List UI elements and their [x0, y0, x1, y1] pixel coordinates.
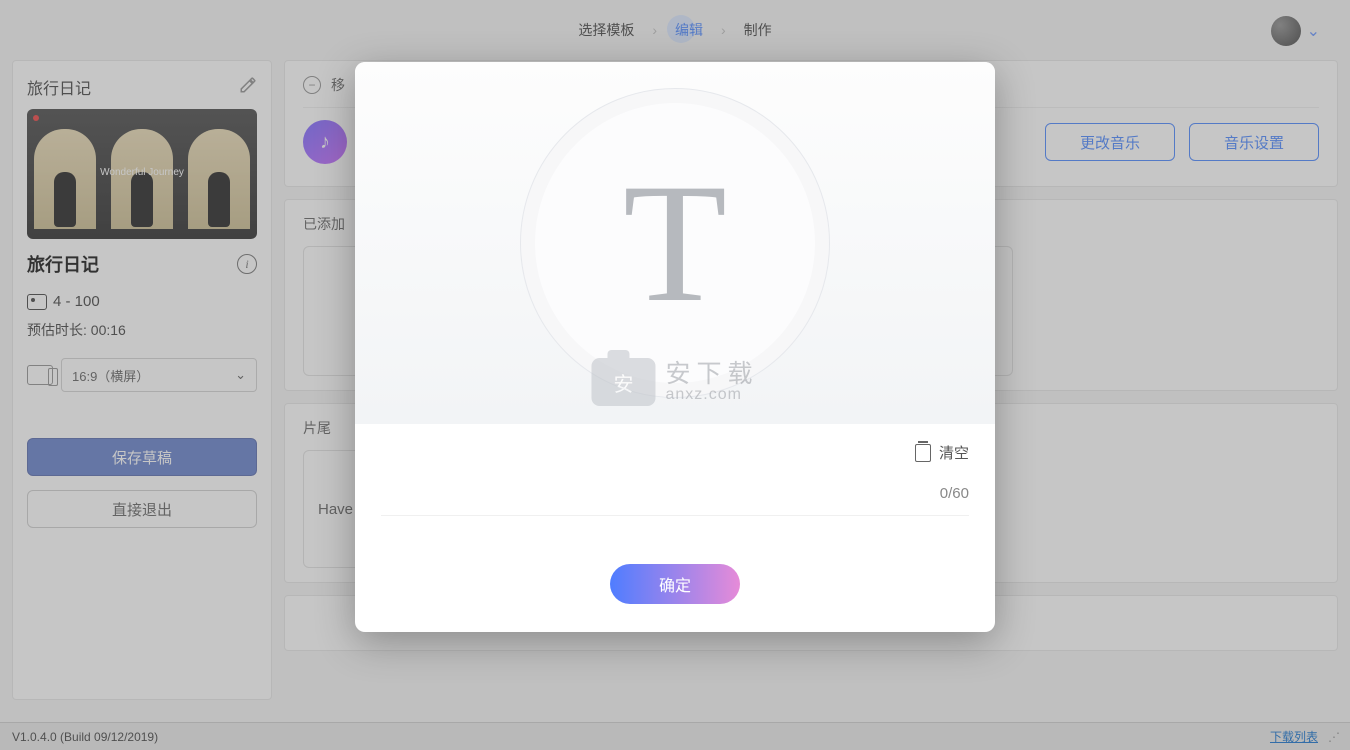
trash-icon [915, 444, 931, 462]
clear-label: 清空 [939, 442, 969, 463]
text-edit-modal: T 安下载 anxz.com 清空 0/60 确定 [355, 62, 995, 632]
modal-preview: T 安下载 anxz.com [355, 62, 995, 424]
camera-icon [591, 358, 655, 406]
char-counter: 0/60 [940, 485, 969, 502]
text-type-icon: T [520, 88, 830, 398]
text-input[interactable] [381, 477, 940, 509]
watermark: 安下载 anxz.com [591, 358, 758, 406]
modal-overlay: T 安下载 anxz.com 清空 0/60 确定 [0, 0, 1350, 750]
clear-button[interactable]: 清空 [381, 442, 969, 463]
confirm-button[interactable]: 确定 [610, 564, 740, 604]
